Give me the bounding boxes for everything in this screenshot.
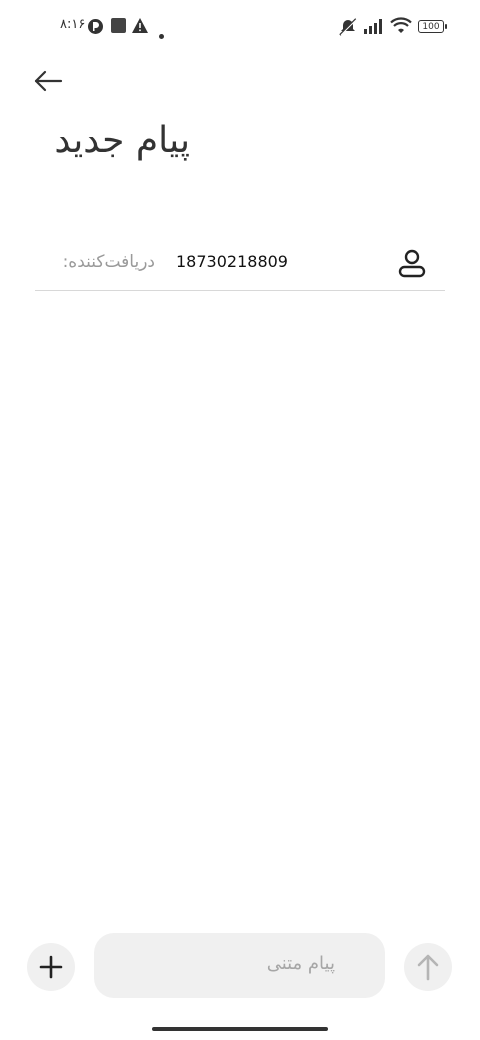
page-title: پیام جدید — [54, 120, 190, 161]
app-notification-icon — [87, 18, 104, 39]
dot-icon — [159, 24, 164, 43]
recipient-row[interactable]: 18730218809 دریافت‌کننده: — [35, 236, 445, 291]
message-placeholder: پیام متنی — [266, 953, 335, 974]
back-arrow-icon — [34, 70, 63, 92]
warning-icon — [132, 18, 148, 37]
send-arrow-icon — [417, 954, 439, 981]
message-input[interactable]: پیام متنی — [94, 933, 385, 998]
plus-icon — [39, 955, 63, 979]
square-icon — [111, 18, 126, 37]
back-button[interactable] — [30, 64, 66, 100]
mute-icon — [338, 17, 358, 41]
home-indicator[interactable] — [152, 1027, 328, 1031]
wifi-icon — [390, 17, 412, 39]
recipient-number[interactable]: 18730218809 — [176, 252, 288, 271]
send-button[interactable] — [404, 943, 452, 991]
attach-button[interactable] — [27, 943, 75, 991]
recipient-label: دریافت‌کننده: — [62, 252, 155, 272]
status-time: ۸:۱۶ — [60, 17, 86, 32]
status-bar: ۸:۱۶ 100 — [0, 0, 480, 56]
signal-icon — [364, 17, 386, 39]
contact-icon[interactable] — [397, 248, 427, 278]
battery-icon: 100 — [418, 20, 447, 33]
